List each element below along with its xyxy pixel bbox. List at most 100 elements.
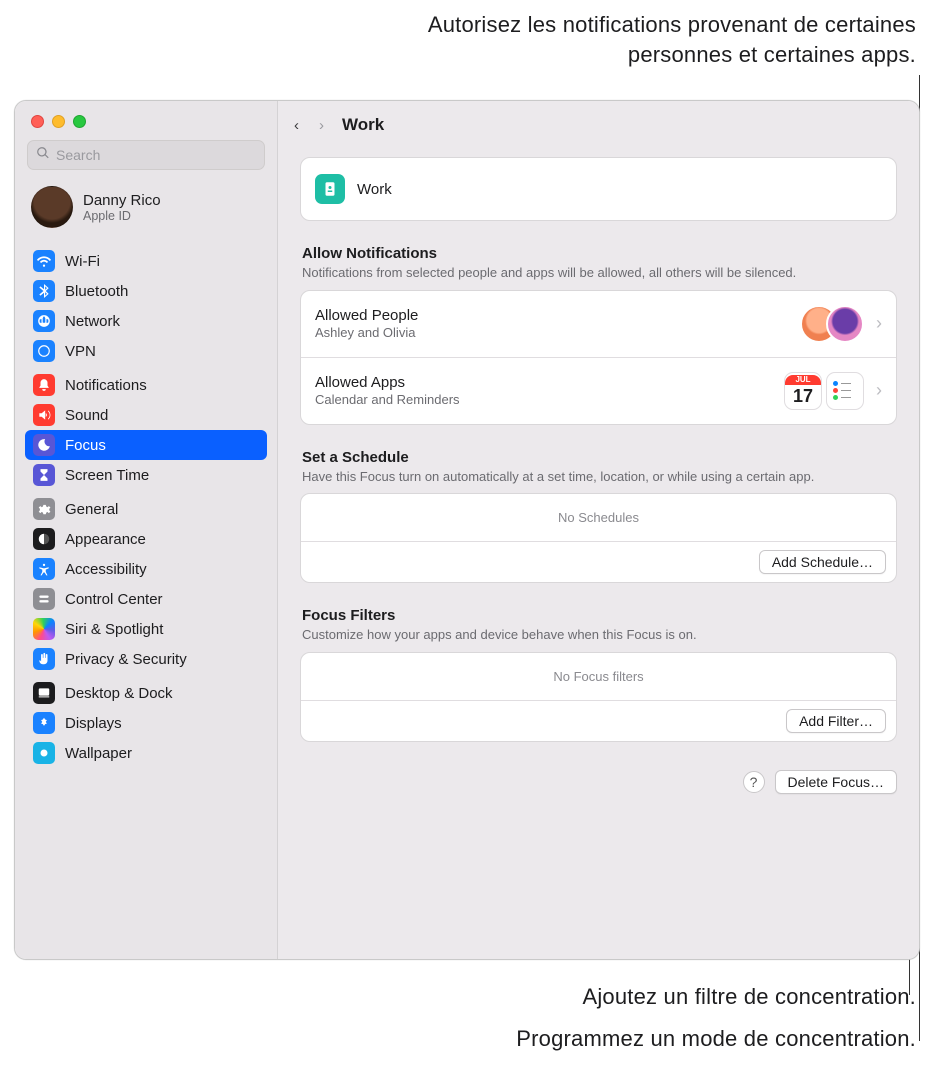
sidebar-item-label: Sound <box>65 407 108 424</box>
allowed-people-row[interactable]: Allowed People Ashley and Olivia › <box>301 291 896 357</box>
sidebar-item-label: Privacy & Security <box>65 651 187 668</box>
dock-icon <box>33 682 55 704</box>
allowed-apps-icons: JUL 17 — — — <box>784 372 864 410</box>
sidebar-item-label: Desktop & Dock <box>65 685 173 702</box>
avatar <box>826 305 864 343</box>
sidebar-item-network[interactable]: Network <box>25 306 267 336</box>
sidebar-item-siri[interactable]: Siri & Spotlight <box>25 614 267 644</box>
main-panel: ‹ › Work Work Allow Notifications Notifi <box>278 101 919 959</box>
sidebar-item-label: Bluetooth <box>65 283 128 300</box>
bluetooth-icon <box>33 280 55 302</box>
sidebar-item-label: Control Center <box>65 591 163 608</box>
sidebar-item-bluetooth[interactable]: Bluetooth <box>25 276 267 306</box>
allowed-apps-sub: Calendar and Reminders <box>315 392 772 407</box>
bell-icon <box>33 374 55 396</box>
callout-add-filter: Ajoutez un filtre de concentration. <box>582 982 916 1012</box>
sidebar-item-label: Displays <box>65 715 122 732</box>
wifi-icon <box>33 250 55 272</box>
callout-allow-notifications: Autorisez les notifications provenant de… <box>356 10 916 69</box>
help-button[interactable]: ? <box>743 771 765 793</box>
sidebar-item-vpn[interactable]: VPN <box>25 336 267 366</box>
focus-hero-card: Work <box>300 157 897 221</box>
apple-id-row[interactable]: Danny Rico Apple ID <box>25 180 267 242</box>
sidebar-item-label: Notifications <box>65 377 147 394</box>
badge-icon <box>315 174 345 204</box>
sidebar-item-wallpaper[interactable]: Wallpaper <box>25 738 267 768</box>
close-window-button[interactable] <box>31 115 44 128</box>
appearance-icon <box>33 528 55 550</box>
filters-sub: Customize how your apps and device behav… <box>302 626 895 644</box>
sidebar-item-privacy[interactable]: Privacy & Security <box>25 644 267 674</box>
add-filter-button[interactable]: Add Filter… <box>786 709 886 733</box>
allow-notifications-sub: Notifications from selected people and a… <box>302 264 895 282</box>
sidebar-item-general[interactable]: General <box>25 494 267 524</box>
displays-icon <box>33 712 55 734</box>
sidebar-item-label: Focus <box>65 437 106 454</box>
sidebar-item-label: Accessibility <box>65 561 147 578</box>
search-field[interactable] <box>27 140 265 170</box>
hourglass-icon <box>33 464 55 486</box>
sidebar-item-screentime[interactable]: Screen Time <box>25 460 267 490</box>
nav-forward-button[interactable]: › <box>319 117 324 134</box>
moon-icon <box>33 434 55 456</box>
sidebar-item-label: Wallpaper <box>65 745 132 762</box>
sidebar-item-label: VPN <box>65 343 96 360</box>
sound-icon <box>33 404 55 426</box>
sidebar-item-desktop-dock[interactable]: Desktop & Dock <box>25 678 267 708</box>
chevron-right-icon: › <box>876 313 882 334</box>
search-input[interactable] <box>56 147 256 163</box>
minimize-window-button[interactable] <box>52 115 65 128</box>
chevron-right-icon: › <box>876 380 882 401</box>
calendar-app-icon: JUL 17 <box>784 372 822 410</box>
topbar: ‹ › Work <box>278 101 919 149</box>
allow-notifications-title: Allow Notifications <box>302 245 895 262</box>
sidebar: Danny Rico Apple ID Wi-Fi Bluetooth Netw… <box>15 101 278 959</box>
delete-focus-button[interactable]: Delete Focus… <box>775 770 897 794</box>
sidebar-item-wifi[interactable]: Wi-Fi <box>25 246 267 276</box>
control-center-icon <box>33 588 55 610</box>
callout-add-schedule: Programmez un mode de concentration. <box>516 1024 916 1054</box>
sidebar-item-label: Network <box>65 313 120 330</box>
focus-name: Work <box>357 181 392 198</box>
sidebar-item-label: Siri & Spotlight <box>65 621 163 638</box>
sidebar-item-label: General <box>65 501 118 518</box>
reminders-app-icon: — — — <box>826 372 864 410</box>
sidebar-item-control-center[interactable]: Control Center <box>25 584 267 614</box>
filters-empty-label: No Focus filters <box>301 653 896 701</box>
add-schedule-button[interactable]: Add Schedule… <box>759 550 886 574</box>
schedule-title: Set a Schedule <box>302 449 895 466</box>
allowed-people-sub: Ashley and Olivia <box>315 325 788 340</box>
sidebar-item-focus[interactable]: Focus <box>25 430 267 460</box>
avatar <box>31 186 73 228</box>
sidebar-item-sound[interactable]: Sound <box>25 400 267 430</box>
allowed-people-title: Allowed People <box>315 307 788 324</box>
search-icon <box>36 146 56 164</box>
accessibility-icon <box>33 558 55 580</box>
window-controls <box>25 109 267 138</box>
settings-window: Danny Rico Apple ID Wi-Fi Bluetooth Netw… <box>14 100 920 960</box>
gear-icon <box>33 498 55 520</box>
zoom-window-button[interactable] <box>73 115 86 128</box>
wallpaper-icon <box>33 742 55 764</box>
allowed-apps-title: Allowed Apps <box>315 374 772 391</box>
nav-back-button[interactable]: ‹ <box>294 117 299 134</box>
hand-icon <box>33 648 55 670</box>
sidebar-item-notifications[interactable]: Notifications <box>25 370 267 400</box>
network-icon <box>33 310 55 332</box>
schedule-empty-label: No Schedules <box>301 494 896 542</box>
account-name: Danny Rico <box>83 192 161 209</box>
sidebar-item-label: Appearance <box>65 531 146 548</box>
allowed-apps-row[interactable]: Allowed Apps Calendar and Reminders JUL … <box>301 357 896 424</box>
filters-title: Focus Filters <box>302 607 895 624</box>
schedule-sub: Have this Focus turn on automatically at… <box>302 468 895 486</box>
sidebar-item-label: Screen Time <box>65 467 149 484</box>
sidebar-item-label: Wi-Fi <box>65 253 100 270</box>
sidebar-item-appearance[interactable]: Appearance <box>25 524 267 554</box>
allowed-people-avatars <box>800 305 864 343</box>
siri-icon <box>33 618 55 640</box>
page-title: Work <box>342 115 384 135</box>
vpn-icon <box>33 340 55 362</box>
sidebar-item-accessibility[interactable]: Accessibility <box>25 554 267 584</box>
sidebar-item-displays[interactable]: Displays <box>25 708 267 738</box>
account-sub: Apple ID <box>83 209 161 223</box>
